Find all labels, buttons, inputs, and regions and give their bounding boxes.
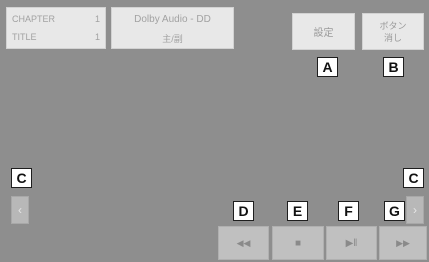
stop-button[interactable]: ■ (272, 226, 324, 260)
callout-c-left: C (11, 168, 32, 188)
hide-buttons-label-line1: ボタン (379, 20, 407, 31)
chapter-label: CHAPTER (12, 14, 56, 24)
next-button[interactable]: › (406, 196, 424, 224)
rewind-icon: ◀◀ (236, 237, 251, 248)
chapter-value: 1 (94, 14, 100, 24)
hide-buttons-button[interactable]: ボタン 消し (362, 13, 424, 50)
audio-format: Dolby Audio - DD (134, 14, 211, 25)
play-pause-button[interactable]: ▶ǁ (326, 226, 377, 260)
audio-channel: 主/副 (162, 34, 183, 44)
callout-g: G (384, 201, 405, 221)
callout-a: A (317, 57, 338, 77)
chevron-left-icon: ‹ (18, 203, 22, 217)
callout-c-right: C (403, 168, 424, 188)
settings-label: 設定 (313, 28, 334, 39)
settings-button[interactable]: 設定 (292, 13, 355, 50)
title-label: TITLE (12, 32, 37, 42)
audio-select-button[interactable]: Dolby Audio - DD 主/副 (111, 7, 234, 49)
stop-icon: ■ (294, 237, 302, 249)
dvd-player-screen: CHAPTER 1 TITLE 1 Dolby Audio - DD 主/副 設… (0, 0, 429, 262)
chevron-right-icon: › (413, 203, 417, 217)
title-row: TITLE 1 (12, 30, 100, 44)
callout-f: F (338, 201, 359, 221)
callout-b: B (383, 57, 404, 77)
rewind-button[interactable]: ◀◀ (218, 226, 269, 260)
fast-forward-icon: ▶▶ (396, 237, 410, 248)
chapter-title-panel: CHAPTER 1 TITLE 1 (6, 7, 106, 49)
callout-e: E (287, 201, 308, 221)
chapter-row: CHAPTER 1 (12, 12, 100, 26)
fast-forward-button[interactable]: ▶▶ (379, 226, 427, 260)
title-value: 1 (94, 32, 100, 42)
play-pause-icon: ▶ǁ (345, 237, 358, 249)
callout-d: D (233, 201, 254, 221)
hide-buttons-label-line2: 消し (383, 32, 402, 43)
previous-button[interactable]: ‹ (11, 196, 29, 224)
